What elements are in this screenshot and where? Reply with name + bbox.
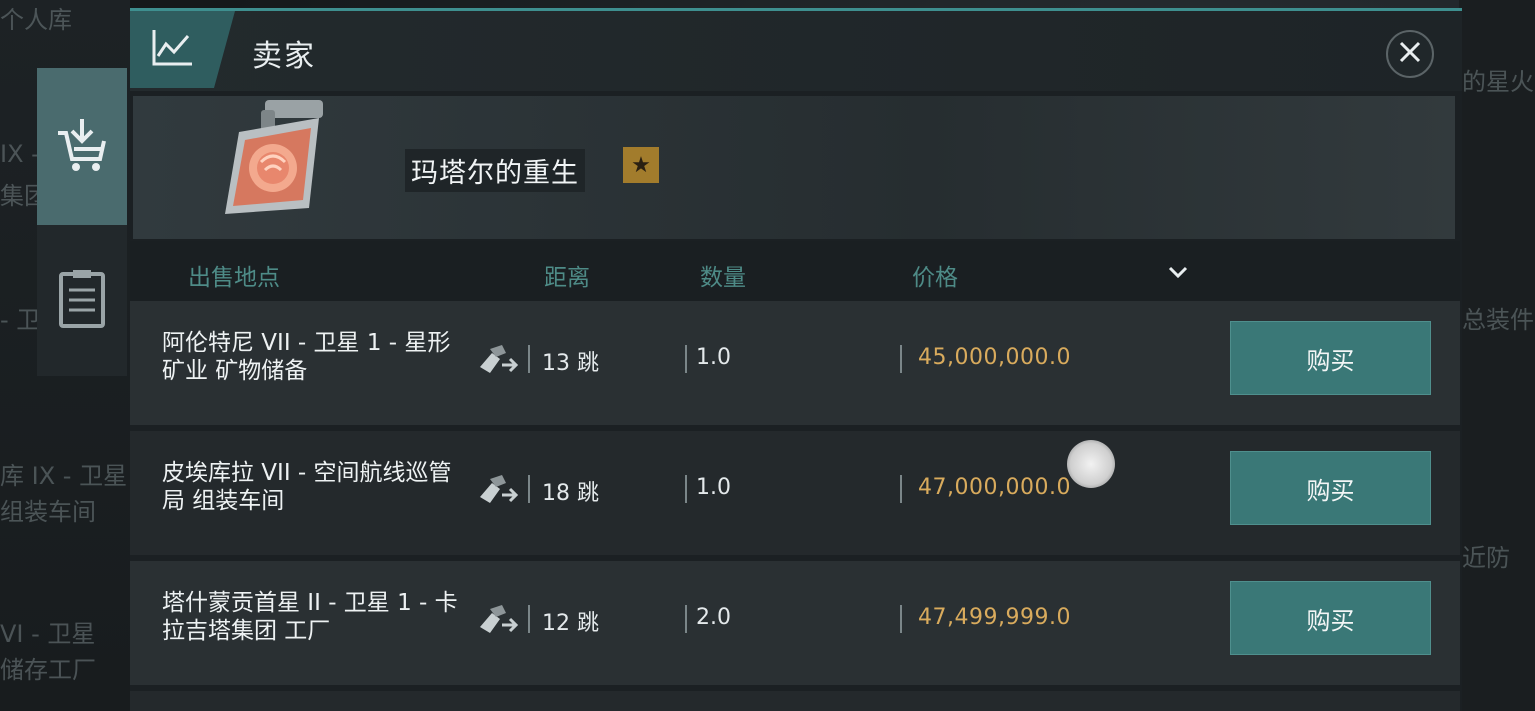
- close-icon: [1398, 40, 1422, 68]
- blueprint-scroll-icon: [213, 96, 343, 221]
- background-text: 总装件: [1462, 306, 1534, 334]
- background-text: 近防: [1462, 544, 1510, 572]
- side-tab-bar: [37, 68, 127, 376]
- star-badge: ★: [623, 147, 659, 183]
- column-quantity[interactable]: 数量: [700, 258, 746, 292]
- column-separator: [900, 345, 902, 373]
- column-separator: [685, 475, 687, 503]
- column-price[interactable]: 价格: [912, 258, 958, 292]
- item-header: 玛塔尔的重生 ★: [133, 96, 1455, 239]
- touch-indicator: [1067, 440, 1115, 488]
- tab-buy[interactable]: [37, 68, 127, 225]
- column-separator: [528, 605, 530, 633]
- quantity-value: 2.0: [696, 605, 731, 630]
- buy-button[interactable]: 购买: [1230, 581, 1431, 655]
- route-icon[interactable]: [476, 341, 520, 381]
- distance-value: 12 跳: [542, 611, 599, 636]
- background-text: 库 IX - 卫星: [0, 462, 128, 490]
- cart-download-icon: [54, 115, 110, 179]
- background-text: 组装车间: [0, 498, 96, 526]
- buy-button[interactable]: 购买: [1230, 321, 1431, 395]
- table-row: [130, 691, 1460, 711]
- title-bar: 卖家: [130, 11, 1462, 91]
- distance-value: 18 跳: [542, 481, 599, 506]
- route-icon[interactable]: [476, 471, 520, 511]
- table-row: 皮埃库拉 VII - 空间航线巡管局 组装车间 18 跳 1.0 47,000,…: [130, 431, 1460, 555]
- item-name: 玛塔尔的重生: [405, 149, 585, 192]
- panel-title: 卖家: [252, 39, 316, 74]
- background-text: VI - 卫星: [0, 620, 96, 648]
- background-text: 的星火: [1462, 68, 1534, 96]
- quantity-value: 1.0: [696, 475, 731, 500]
- sell-location: 皮埃库拉 VII - 空间航线巡管局 组装车间: [162, 460, 452, 514]
- column-distance[interactable]: 距离: [544, 258, 590, 292]
- close-button[interactable]: [1386, 30, 1434, 78]
- price-value: 47,499,999.0: [918, 605, 1071, 630]
- column-separator: [900, 475, 902, 503]
- column-separator: [528, 345, 530, 373]
- buy-button[interactable]: 购买: [1230, 451, 1431, 525]
- line-chart-icon: [150, 28, 194, 72]
- column-separator: [685, 345, 687, 373]
- sell-location: 阿伦特尼 VII - 卫星 1 - 星形矿业 矿物储备: [162, 330, 451, 384]
- column-separator: [528, 475, 530, 503]
- column-location[interactable]: 出售地点: [188, 258, 280, 292]
- table-row: 塔什蒙贡首星 II - 卫星 1 - 卡拉吉塔集团 工厂 12 跳 2.0 47…: [130, 561, 1460, 685]
- seller-panel: 卖家 玛塔尔的重生 ★ 出售地点 距离 数量 价格 阿伦特尼 VII - 卫星 …: [130, 8, 1462, 711]
- route-icon[interactable]: [476, 601, 520, 641]
- background-text: IX -: [0, 140, 40, 168]
- table-row: 阿伦特尼 VII - 卫星 1 - 星形矿业 矿物储备 13 跳 1.0 45,…: [130, 301, 1460, 425]
- quantity-value: 1.0: [696, 345, 731, 370]
- clipboard-icon: [57, 268, 107, 334]
- background-text: 储存工厂: [0, 656, 96, 684]
- sell-location: 塔什蒙贡首星 II - 卫星 1 - 卡拉吉塔集团 工厂: [162, 590, 458, 644]
- column-header: 出售地点 距离 数量 价格: [130, 241, 1460, 301]
- column-separator: [685, 605, 687, 633]
- price-value: 47,000,000.0: [918, 475, 1071, 500]
- background-right-panel: [1459, 0, 1535, 711]
- background-text: 个人库: [0, 6, 72, 34]
- distance-value: 13 跳: [542, 351, 599, 376]
- price-value: 45,000,000.0: [918, 345, 1071, 370]
- tab-orders[interactable]: [37, 225, 127, 376]
- title-icon-box: [130, 11, 235, 88]
- column-separator: [900, 605, 902, 633]
- chevron-down-icon[interactable]: [1166, 261, 1190, 281]
